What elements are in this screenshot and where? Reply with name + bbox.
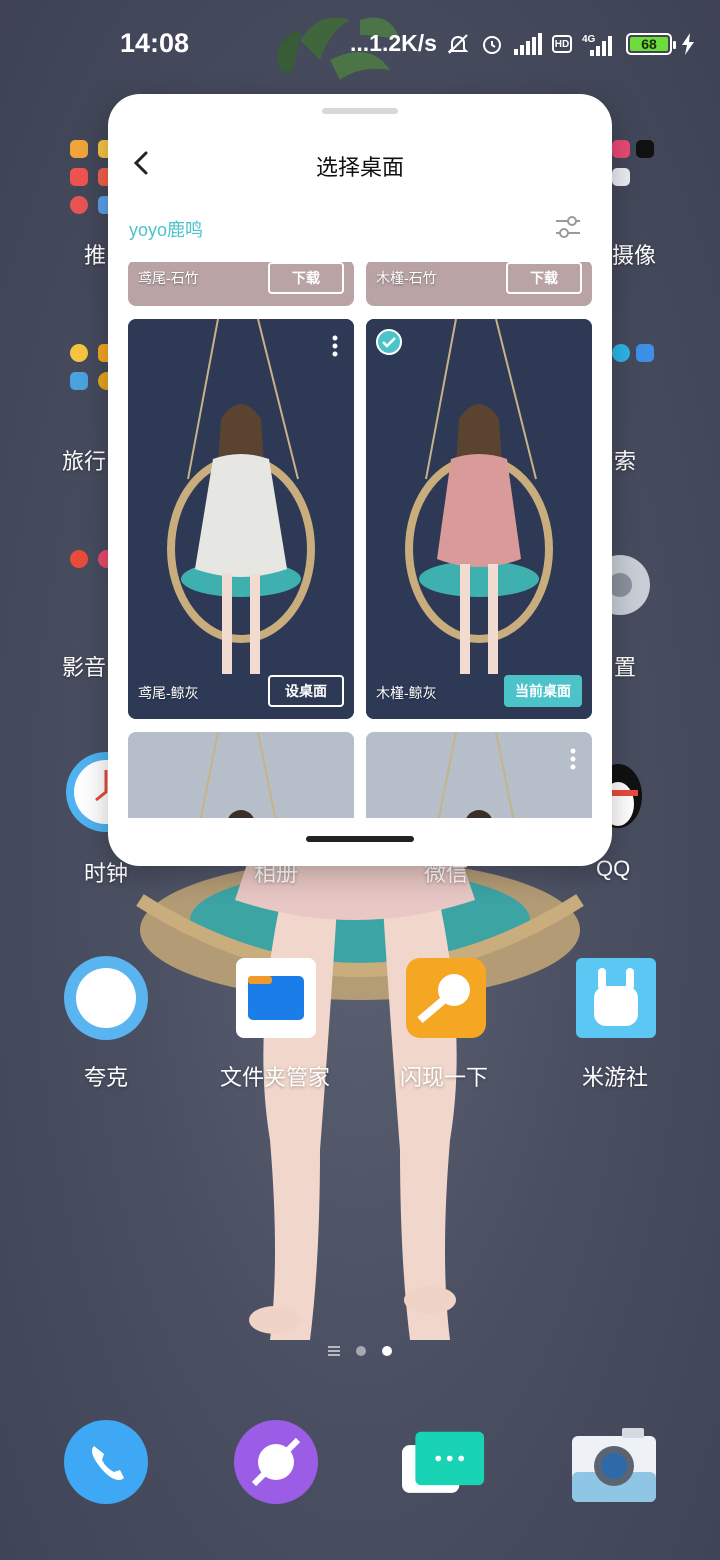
- signal-icon: [514, 33, 542, 55]
- wallpaper-card[interactable]: 木槿-石竹 下载: [366, 262, 592, 306]
- app-label-quark[interactable]: 夸克: [84, 1060, 128, 1092]
- app-label-travel[interactable]: 旅行: [62, 444, 106, 476]
- folder-app-icon: [612, 140, 630, 158]
- wallpaper-card[interactable]: 鸢尾-石竹 下载: [128, 262, 354, 306]
- folder-app-icon: [636, 344, 654, 362]
- sheet-drag-handle[interactable]: [322, 108, 398, 114]
- browser-compass-icon[interactable]: [234, 1420, 318, 1504]
- folder-app-icon: [70, 196, 88, 214]
- camera-icon[interactable]: [572, 1424, 656, 1508]
- hd-icon: HD: [552, 35, 572, 53]
- alarm-icon: [483, 36, 501, 54]
- folder-app-icon: [612, 344, 630, 362]
- wallpaper-preview: [366, 732, 592, 818]
- filter-sliders-icon[interactable]: [554, 214, 582, 240]
- card-name: 木槿-鲸灰: [376, 685, 437, 701]
- app-drawer-icon[interactable]: [328, 1346, 340, 1356]
- sheet-home-indicator[interactable]: [306, 836, 414, 842]
- card-name: 鸢尾-鲸灰: [138, 685, 199, 701]
- phone-icon[interactable]: [64, 1420, 148, 1504]
- theme-brand-name[interactable]: yoyo鹿鸣: [129, 216, 203, 242]
- status-time: 14:08: [120, 28, 190, 58]
- signal-4g-icon: 4G: [582, 34, 612, 56]
- set-wallpaper-button[interactable]: 设桌面: [268, 675, 344, 707]
- wallpaper-grid: 鸢尾-石竹 下载 木槿-石竹 下载 鸢尾-鲸灰 设桌面 木槿-鲸灰 当前桌面: [108, 262, 612, 818]
- flash-app-icon[interactable]: [406, 958, 486, 1038]
- folder-app-icon: [612, 168, 630, 186]
- page-dot[interactable]: [356, 1346, 366, 1356]
- card-name: 木槿-石竹: [376, 270, 437, 286]
- page-dot-active[interactable]: [382, 1346, 392, 1356]
- battery-icon: 68: [626, 33, 676, 55]
- quark-icon[interactable]: [64, 956, 148, 1040]
- app-label-folder1[interactable]: 推: [84, 238, 106, 270]
- app-label-qq[interactable]: QQ: [596, 856, 630, 882]
- folder-app-icon: [70, 550, 88, 568]
- app-label-search[interactable]: 索: [614, 444, 636, 476]
- selected-check-icon: [376, 329, 402, 355]
- folder-app-icon: [636, 140, 654, 158]
- charging-icon: [682, 33, 694, 55]
- miyoushe-icon[interactable]: [576, 958, 656, 1038]
- svg-text:4G: 4G: [582, 34, 596, 45]
- wallpaper-card[interactable]: [128, 732, 354, 818]
- wallpaper-card[interactable]: 木槿-鲸灰 当前桌面: [366, 319, 592, 719]
- folder-app-icon: [70, 168, 88, 186]
- wallpaper-card[interactable]: [366, 732, 592, 818]
- app-label-miyoushe[interactable]: 米游社: [582, 1060, 648, 1092]
- app-label-clock[interactable]: 时钟: [84, 856, 128, 888]
- app-label-media[interactable]: 影音: [62, 650, 106, 682]
- sheet-title: 选择桌面: [315, 155, 404, 180]
- more-options-icon[interactable]: [332, 335, 338, 357]
- network-speed: ...1.2K/s: [350, 30, 437, 56]
- folder-app-icon: [70, 344, 88, 362]
- wallpaper-sheet: 选择桌面 yoyo鹿鸣 鸢尾-石竹 下载 木槿-石竹 下载 鸢尾-鲸灰 设桌面 …: [108, 94, 612, 866]
- battery-level: 68: [630, 36, 668, 52]
- wallpaper-preview: [366, 319, 592, 719]
- folder-app-icon: [70, 372, 88, 390]
- status-icons: HD 4G 68: [446, 30, 694, 58]
- download-button[interactable]: 下载: [268, 262, 344, 294]
- folder-app-icon: [70, 140, 88, 158]
- app-label-flash[interactable]: 闪现一下: [400, 1060, 488, 1092]
- app-label-settings[interactable]: 置: [614, 650, 636, 682]
- mute-bell-icon: [447, 34, 469, 54]
- app-label-folder2[interactable]: 摄像: [612, 238, 656, 270]
- status-bar: 14:08 ...1.2K/s HD 4G 68: [0, 0, 720, 88]
- wallpaper-preview: [128, 319, 354, 719]
- more-options-icon[interactable]: [570, 748, 576, 770]
- wallpaper-preview: [128, 732, 354, 818]
- app-label-files[interactable]: 文件夹管家: [220, 1060, 330, 1092]
- download-button[interactable]: 下载: [506, 262, 582, 294]
- wallpaper-card[interactable]: 鸢尾-鲸灰 设桌面: [128, 319, 354, 719]
- page-indicator[interactable]: [328, 1346, 392, 1356]
- card-name: 鸢尾-石竹: [138, 270, 199, 286]
- messages-icon[interactable]: [402, 1426, 486, 1510]
- folder-manager-icon[interactable]: [236, 958, 316, 1038]
- current-wallpaper-badge: 当前桌面: [504, 675, 582, 707]
